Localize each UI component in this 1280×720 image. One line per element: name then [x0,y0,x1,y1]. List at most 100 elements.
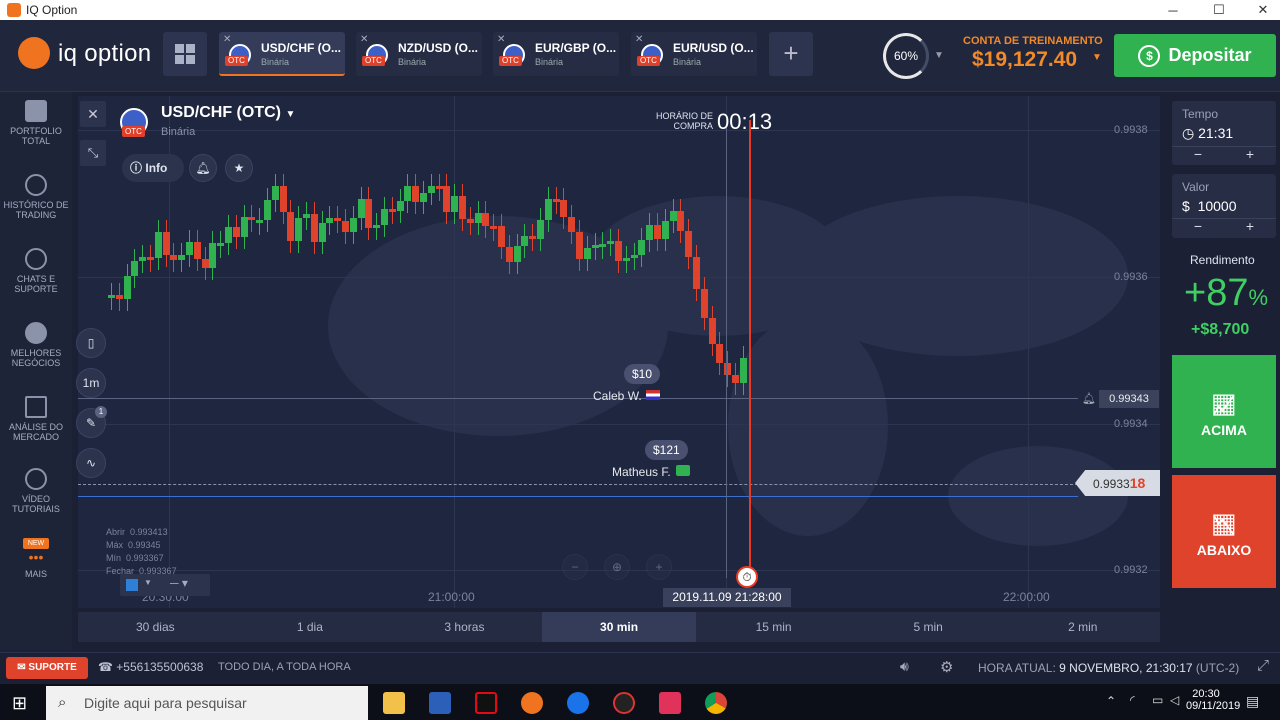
close-tab-icon[interactable]: ✕ [223,34,231,45]
progress-indicator[interactable]: 60% [883,33,929,79]
support-button[interactable]: ✉ SUPORTE [6,657,88,679]
period-5m[interactable]: 5 min [851,612,1006,642]
amount-minus-button[interactable]: − [1194,219,1202,233]
taskbar-search-input[interactable]: Digite aqui para pesquisar [46,686,368,720]
maximize-button[interactable]: ☐ [1196,0,1242,20]
period-15m[interactable]: 15 min [696,612,851,642]
close-chart-button[interactable]: ✕ [80,101,106,127]
time-minus-button[interactable]: − [1194,147,1202,161]
candle [482,213,490,226]
asset-title[interactable]: USD/CHF (OTC) ▼ [161,104,295,122]
asset-tab-nzdusd[interactable]: ✕ OTC NZD/USD (O... Binária [356,32,482,76]
nav-best-deals[interactable]: MELHORES NEGÓCIOS [0,322,72,368]
fullscreen-icon[interactable]: ⤢ [1257,657,1269,674]
info-button[interactable]: ⓘ Info [122,154,184,182]
file-explorer-icon[interactable] [383,692,405,714]
nav-market-analysis[interactable]: ANÁLISE DO MERCADO [0,396,72,442]
amount-input[interactable]: $ 10000 [1182,198,1266,214]
call-button[interactable]: 📈︎ ACIMA [1172,355,1276,468]
period-1d[interactable]: 1 dia [233,612,388,642]
nav-video-tutorials[interactable]: VÍDEO TUTORIAIS [0,468,72,514]
candle [435,186,443,189]
notifications-icon[interactable]: ▤ [1246,693,1259,710]
period-30d[interactable]: 30 dias [78,612,233,642]
newspaper-icon [25,396,47,418]
chat-icon: ✉ [17,662,26,673]
asset-tab-eurusd[interactable]: ✕ OTC EUR/USD (O... Binária [631,32,757,76]
chevron-down-icon[interactable]: ▼ [934,50,944,61]
tray-chevron-icon[interactable]: ⌃ [1106,694,1116,708]
candle [583,248,591,259]
interval-button[interactable]: 1m [76,368,106,398]
deposit-button[interactable]: $ Depositar [1114,34,1276,77]
zoom-in-icon[interactable]: + [646,554,672,580]
candle [700,288,708,319]
indicators-icon[interactable]: ∿ [76,448,106,478]
battery-icon[interactable]: ▭ [1152,693,1163,707]
nav-label: ANÁLISE DO MERCADO [8,422,64,442]
tab-name: NZD/USD (O... [398,41,478,55]
add-tab-button[interactable]: + [769,32,813,76]
otc-badge: OTC [637,56,660,66]
candle [654,224,661,240]
put-button[interactable]: 📉︎ ABAIXO [1172,475,1276,588]
nav-trading-history[interactable]: HISTÓRICO DE TRADING [0,174,72,220]
star-icon[interactable]: ★ [225,154,253,182]
chart-style-selector[interactable]: ▼ ─ ▾ [120,574,210,596]
media-player-icon[interactable] [659,692,681,714]
period-30m[interactable]: 30 min [541,612,697,642]
pen-badge: 1 [95,406,107,418]
chevron-down-icon[interactable]: ▼ [144,578,152,587]
clock-time: 20:30 [1192,688,1220,700]
close-tab-icon[interactable]: ✕ [635,34,643,45]
color-swatch[interactable] [126,579,138,591]
dots-icon: ••• [28,549,44,565]
app-icon[interactable] [613,692,635,714]
asset-grid-button[interactable] [163,32,207,76]
line-style-icon[interactable]: ─ ▾ [170,576,188,590]
edge-icon[interactable] [567,692,589,714]
windows-start-icon[interactable]: ⊞ [12,693,27,714]
candle [162,232,170,256]
close-tab-icon[interactable]: ✕ [497,34,505,45]
bell-icon[interactable]: 🔔︎ [1082,392,1096,405]
period-2m[interactable]: 2 min [1005,612,1160,642]
netflix-icon[interactable] [475,692,497,714]
zoom-controls[interactable]: − ⊕ + [562,554,672,580]
nav-portfolio[interactable]: PORTFOLIO TOTAL [0,100,72,146]
asset-tab-usdchf[interactable]: ✕ OTC USD/CHF (O... Binária [219,32,345,76]
asset-tab-eurgbp[interactable]: ✕ OTC EUR/GBP (O... Binária [493,32,619,76]
account-balance[interactable]: $19,127.40 [972,48,1077,72]
account-chevron-icon[interactable]: ▼ [1092,52,1102,63]
speaker-icon[interactable]: ◁ [1170,693,1179,707]
account-type-label[interactable]: CONTA DE TREINAMENTO [963,35,1103,47]
iq-option-taskbar-icon[interactable] [521,692,543,714]
alert-price-tag[interactable]: 0.99343 [1099,390,1159,408]
trader-name: Caleb W. [593,389,642,403]
time-plus-button[interactable]: + [1246,147,1254,161]
taskbar-clock[interactable]: 20:30 09/11/2019 [1186,688,1240,712]
chrome-icon[interactable] [705,692,727,714]
bell-icon[interactable]: 🔔︎ [189,154,217,182]
minimize-button[interactable]: ─ [1150,0,1196,20]
zoom-out-icon[interactable]: − [562,554,588,580]
word-icon[interactable] [429,692,451,714]
candle [318,223,326,242]
network-icon[interactable]: ◜ [1130,693,1135,707]
settings-icon[interactable]: ⚙ [940,658,953,676]
nav-more[interactable]: NEW ••• MAIS [0,538,72,579]
collapse-icon[interactable]: ⤡ [80,140,106,166]
candle [193,242,201,260]
candle [685,231,693,257]
amount-plus-button[interactable]: + [1246,219,1254,233]
time-value[interactable]: ◷ 21:31 [1182,125,1266,142]
candle-type-icon[interactable]: ▯ [76,328,106,358]
chevron-down-icon[interactable]: ▼ [285,109,295,120]
crosshair-icon[interactable]: ⊕ [604,554,630,580]
close-window-button[interactable]: ✕ [1240,0,1280,20]
candle [615,240,622,262]
nav-chat-support[interactable]: CHATS E SUPORTE [0,248,72,294]
close-tab-icon[interactable]: ✕ [360,34,368,45]
period-3h[interactable]: 3 horas [387,612,542,642]
volume-icon[interactable]: 🔊︎ [900,658,909,675]
